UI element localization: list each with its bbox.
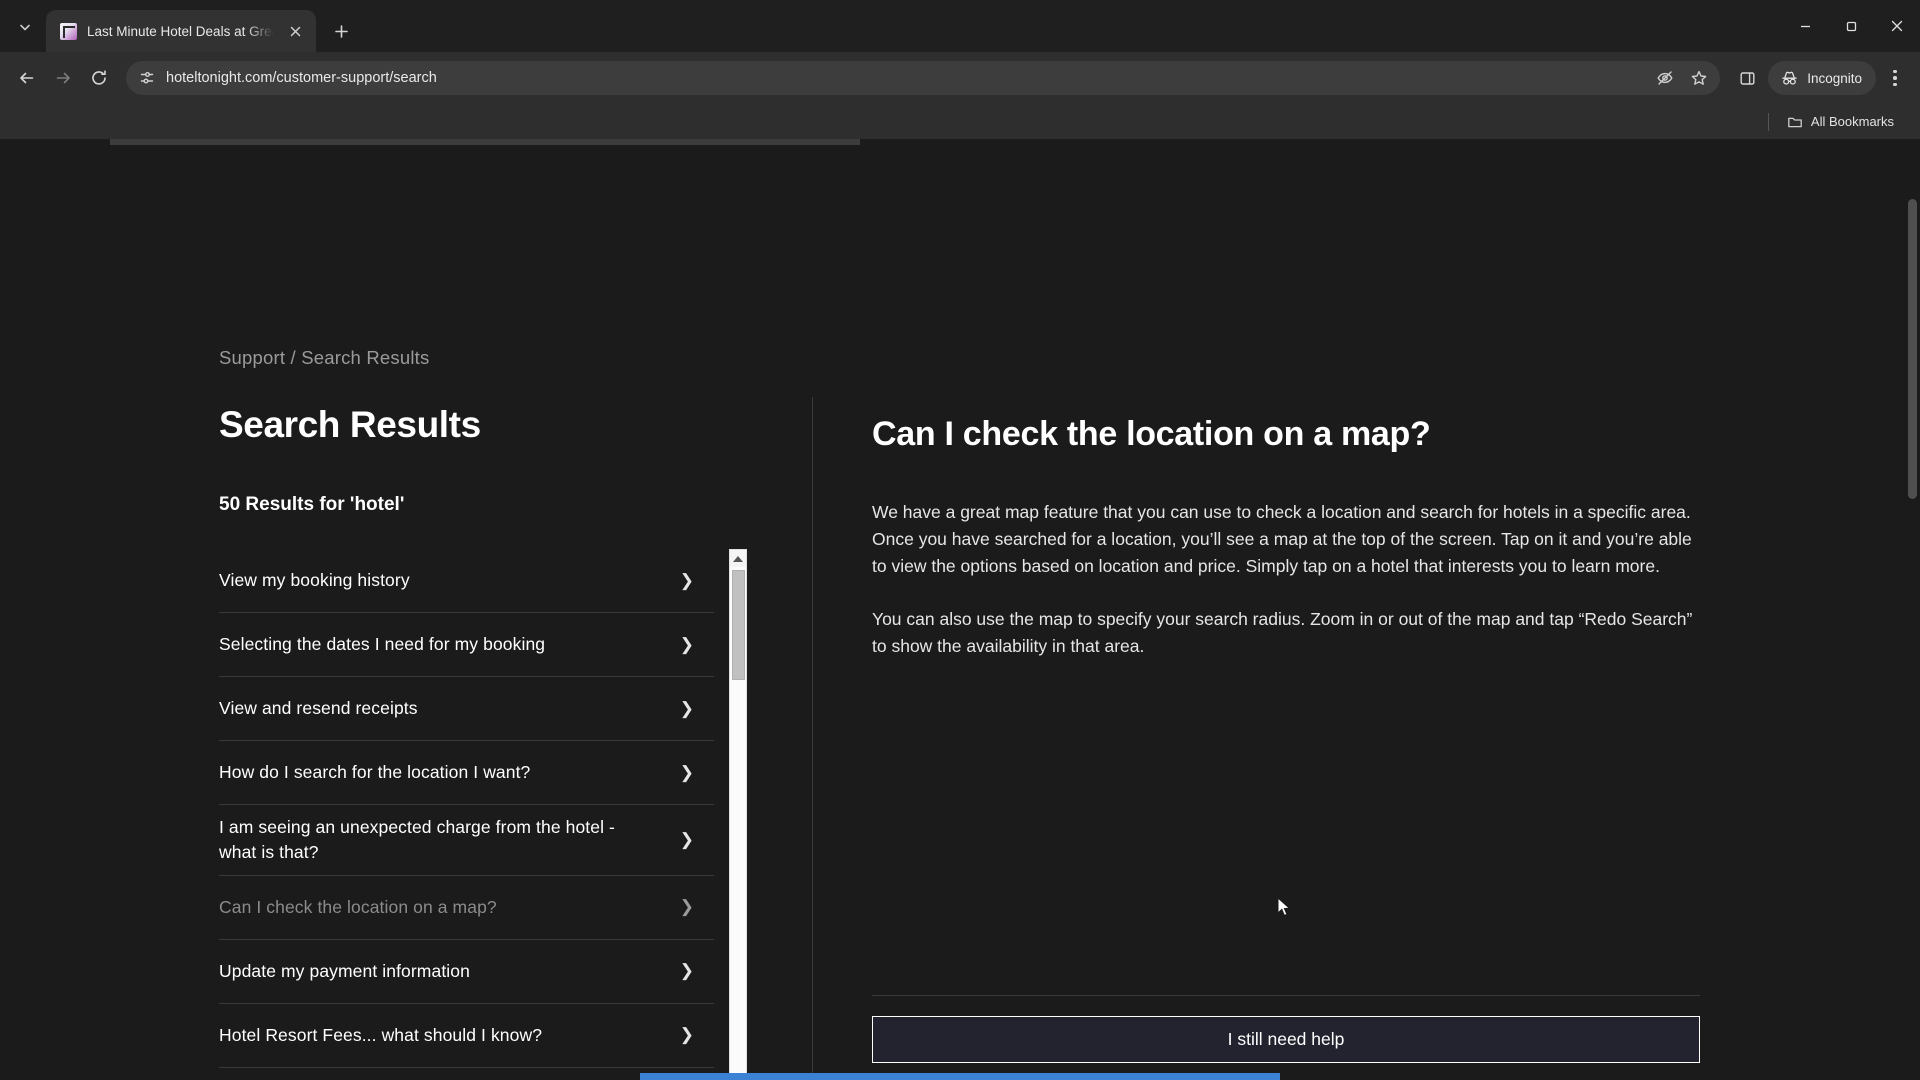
chevron-right-icon: ❯: [679, 570, 694, 590]
omnibox-actions: [1650, 63, 1714, 93]
window-controls: [1782, 0, 1920, 52]
tab-title: Last Minute Hotel Deals at Grea: [87, 23, 274, 39]
page-title: Search Results: [219, 404, 481, 445]
result-item-label: Hotel Resort Fees... what should I know?: [219, 1024, 543, 1045]
page-scrollbar-thumb[interactable]: [1908, 199, 1917, 499]
maximize-icon[interactable]: [1828, 0, 1874, 52]
result-item[interactable]: Can I check the location on a map? ❯: [219, 876, 714, 940]
result-item[interactable]: Hotel Resort Fees... what should I know?…: [219, 1004, 714, 1068]
still-need-help-button[interactable]: I still need help: [872, 1016, 1700, 1063]
page-scrollbar[interactable]: [1905, 139, 1920, 1080]
results-list-scrollbar[interactable]: [729, 549, 747, 1080]
page-top-strip: [110, 139, 860, 145]
toolbar-right-actions: Incognito: [1730, 61, 1910, 95]
result-item[interactable]: Update my payment information ❯: [219, 940, 714, 1004]
browser-window: Last Minute Hotel Deals at Grea hotelton…: [0, 0, 1920, 1080]
chevron-right-icon: ❯: [679, 698, 694, 718]
browser-tab[interactable]: Last Minute Hotel Deals at Grea: [46, 10, 316, 52]
bookmarks-divider: [1767, 112, 1769, 131]
result-item-label: Update my payment information: [219, 960, 470, 981]
incognito-hat-icon: [1780, 69, 1799, 88]
star-icon[interactable]: [1684, 63, 1714, 93]
tab-strip: Last Minute Hotel Deals at Grea: [0, 0, 1920, 52]
breadcrumb[interactable]: Support / Search Results: [219, 347, 429, 369]
chevron-right-icon: ❯: [679, 1025, 694, 1045]
result-item[interactable]: I am seeing an unexpected charge from th…: [219, 805, 714, 876]
result-item[interactable]: View and resend receipts ❯: [219, 677, 714, 741]
result-item-label: View my booking history: [219, 570, 410, 591]
results-count: 50 Results for 'hotel': [219, 494, 405, 515]
result-item-label: View and resend receipts: [219, 698, 418, 719]
minimize-icon[interactable]: [1782, 0, 1828, 52]
tab-search-chevron-down-icon[interactable]: [8, 10, 42, 44]
browser-toolbar: hoteltonight.com/customer-support/search…: [0, 52, 1920, 104]
back-arrow-icon[interactable]: [10, 61, 44, 95]
new-tab-plus-icon[interactable]: [324, 14, 358, 48]
page-viewport: Support / Search Results Search Results …: [0, 139, 1920, 1080]
site-settings-icon[interactable]: [138, 69, 156, 87]
chevron-right-icon: ❯: [679, 762, 694, 782]
result-item[interactable]: View my booking history ❯: [219, 549, 714, 613]
answer-paragraph: You can also use the map to specify your…: [872, 609, 1693, 657]
results-list-container: View my booking history ❯ Selecting the da…: [219, 549, 747, 1080]
bookmarks-bar: All Bookmarks: [0, 104, 1920, 139]
address-bar[interactable]: hoteltonight.com/customer-support/search: [126, 61, 1721, 95]
forward-arrow-icon[interactable]: [46, 61, 80, 95]
column-divider: [812, 397, 813, 1080]
chevron-right-icon: ❯: [679, 634, 694, 654]
result-item-label: Can I check the location on a map?: [219, 896, 497, 917]
answer-title: Can I check the location on a map?: [872, 415, 1431, 453]
close-icon[interactable]: [284, 20, 306, 42]
window-close-icon[interactable]: [1874, 0, 1920, 52]
all-bookmarks-button[interactable]: All Bookmarks: [1779, 110, 1902, 134]
incognito-indicator[interactable]: Incognito: [1768, 61, 1876, 95]
result-item[interactable]: Selecting the dates I need for my bookin…: [219, 613, 714, 677]
side-panel-icon[interactable]: [1730, 61, 1764, 95]
three-dot-menu-icon[interactable]: [1880, 61, 1910, 95]
hoteltonight-favicon: [60, 22, 77, 40]
folder-icon: [1788, 117, 1802, 127]
scroll-up-arrow-icon[interactable]: [730, 550, 746, 567]
result-item-label: Selecting the dates I need for my bookin…: [219, 634, 546, 655]
right-column: Can I check the location on a map? We ha…: [872, 414, 1702, 660]
result-item-label: I am seeing an unexpected charge from th…: [219, 817, 615, 862]
help-divider: [872, 995, 1700, 996]
chevron-right-icon: ❯: [679, 897, 694, 917]
answer-paragraph: We have a great map feature that you can…: [872, 501, 1692, 577]
result-item-label: How do I search for the location I want?: [219, 762, 531, 783]
result-item[interactable]: How do I search for the location I want?…: [219, 741, 714, 805]
reload-icon[interactable]: [82, 61, 116, 95]
bottom-accent-bar: [640, 1073, 1280, 1080]
results-list: View my booking history ❯ Selecting the da…: [219, 549, 714, 1080]
chevron-right-icon: ❯: [679, 829, 694, 849]
answer-body: We have a great map feature that you can…: [872, 499, 1702, 661]
all-bookmarks-label: All Bookmarks: [1810, 114, 1894, 129]
chevron-right-icon: ❯: [679, 961, 694, 981]
eye-slash-icon[interactable]: [1650, 63, 1680, 93]
scrollbar-thumb[interactable]: [732, 570, 745, 680]
url-text[interactable]: hoteltonight.com/customer-support/search: [166, 70, 1640, 86]
left-column: Search Results 50 Results for 'hotel': [219, 404, 749, 516]
incognito-label: Incognito: [1807, 70, 1862, 86]
